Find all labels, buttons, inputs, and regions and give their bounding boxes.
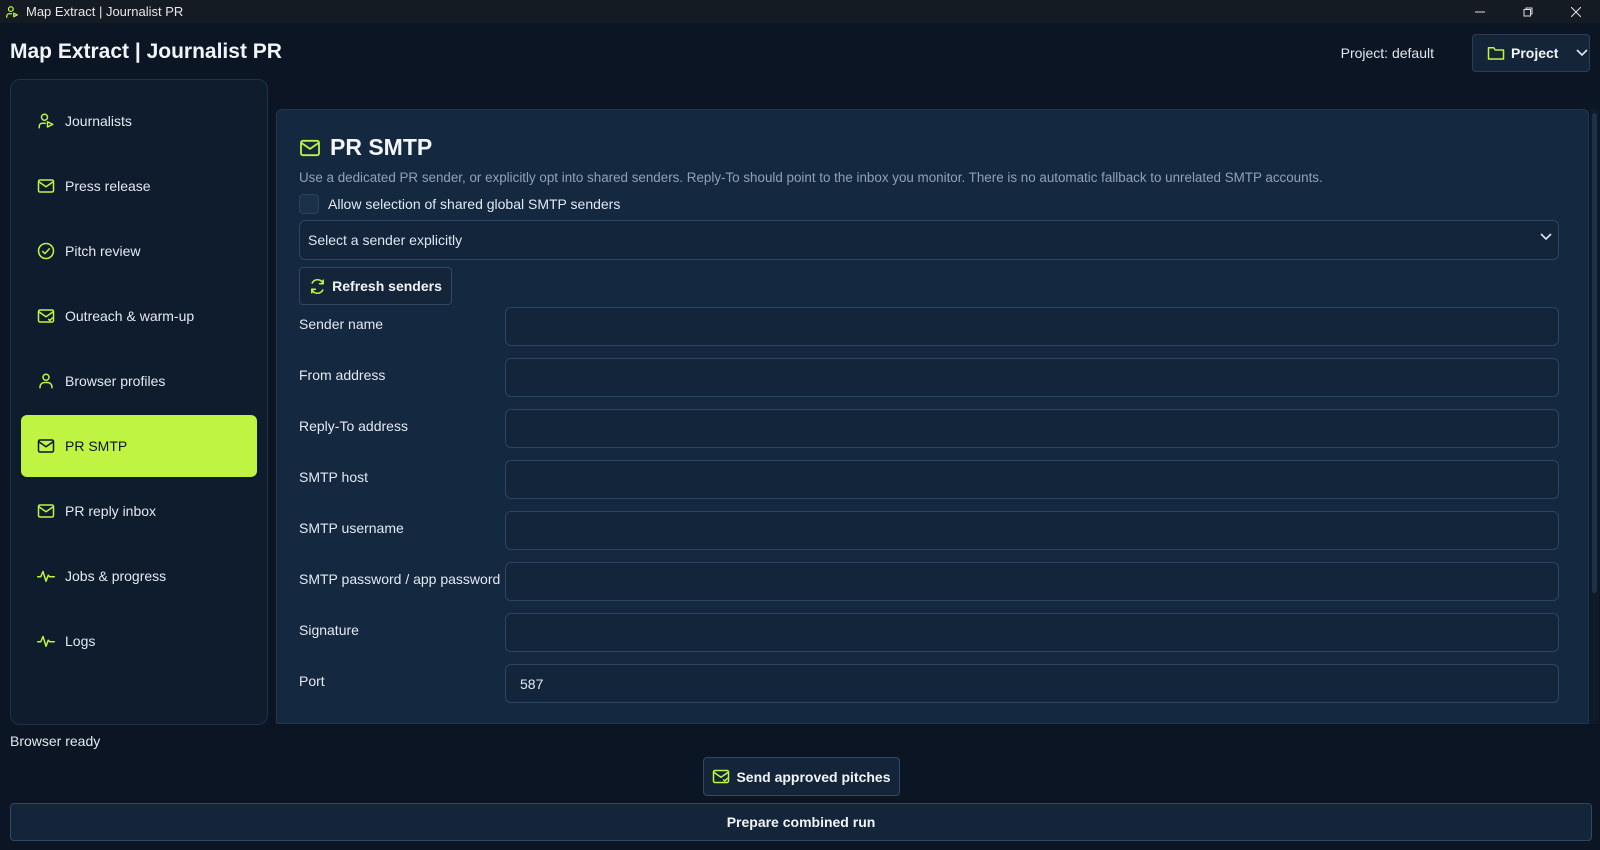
project-label: Project: default xyxy=(1340,45,1434,61)
send-approved-pitches-button[interactable]: Send approved pitches xyxy=(703,757,900,796)
refresh-senders-label: Refresh senders xyxy=(332,278,442,294)
status-text: Browser ready xyxy=(10,733,101,749)
mail-icon xyxy=(37,502,55,520)
sidebar-item-label: Outreach & warm-up xyxy=(65,308,195,324)
sidebar-item-label: Press release xyxy=(65,178,151,194)
reply-to-address-label: Reply-To address xyxy=(299,418,408,434)
panel-scrollbar[interactable] xyxy=(1590,109,1599,724)
from-address-label: From address xyxy=(299,367,386,383)
signature-label: Signature xyxy=(299,622,359,638)
app-icon xyxy=(5,5,19,19)
panel-title-text: PR SMTP xyxy=(330,134,433,160)
pr-smtp-panel: PR SMTP Use a dedicated PR sender, or ex… xyxy=(276,109,1589,724)
folder-icon xyxy=(1487,45,1505,61)
activity-icon xyxy=(37,567,55,585)
panel-description: Use a dedicated PR sender, or explicitly… xyxy=(299,170,1323,185)
close-button[interactable] xyxy=(1552,0,1600,23)
window-title: Map Extract | Journalist PR xyxy=(26,4,184,19)
smtp-host-label: SMTP host xyxy=(299,469,368,485)
sender-select[interactable]: Select a sender explicitly xyxy=(299,220,1559,260)
smtp-host-input[interactable] xyxy=(505,460,1559,499)
minimize-button[interactable] xyxy=(1456,0,1504,23)
journalist-icon xyxy=(37,112,55,130)
sidebar: Journalists Press release Pitch review O… xyxy=(10,79,268,725)
sidebar-item-jobs-progress[interactable]: Jobs & progress xyxy=(21,545,257,607)
smtp-password-input[interactable] xyxy=(505,562,1559,601)
sidebar-item-journalists[interactable]: Journalists xyxy=(21,90,257,152)
smtp-username-label: SMTP username xyxy=(299,520,404,536)
mail-icon xyxy=(299,139,321,157)
panel-title: PR SMTP xyxy=(299,134,432,161)
sidebar-item-label: Logs xyxy=(65,633,96,649)
smtp-username-input[interactable] xyxy=(505,511,1559,550)
sidebar-item-browser-profiles[interactable]: Browser profiles xyxy=(21,350,257,412)
project-button-label: Project xyxy=(1511,45,1559,61)
sidebar-item-label: Jobs & progress xyxy=(65,568,167,584)
sidebar-item-label: Browser profiles xyxy=(65,373,166,389)
sidebar-item-press-release[interactable]: Press release xyxy=(21,155,257,217)
sidebar-item-pitch-review[interactable]: Pitch review xyxy=(21,220,257,282)
window-titlebar: Map Extract | Journalist PR xyxy=(0,0,1600,23)
app-title: Map Extract | Journalist PR xyxy=(10,40,282,63)
restore-button[interactable] xyxy=(1504,0,1552,23)
sidebar-item-label: PR SMTP xyxy=(65,438,128,454)
sender-select-value: Select a sender explicitly xyxy=(308,232,463,248)
sender-name-input[interactable] xyxy=(505,307,1559,346)
shared-senders-checkbox[interactable] xyxy=(299,194,319,214)
sidebar-item-outreach[interactable]: Outreach & warm-up xyxy=(21,285,257,347)
sidebar-item-pr-smtp[interactable]: PR SMTP xyxy=(21,415,257,477)
panel-scrollbar-thumb[interactable] xyxy=(1592,113,1597,593)
sidebar-item-label: PR reply inbox xyxy=(65,503,157,519)
activity-icon xyxy=(37,632,55,650)
chevron-down-icon xyxy=(1540,233,1552,241)
shared-senders-option: Allow selection of shared global SMTP se… xyxy=(299,194,620,214)
prepare-combined-run-button[interactable]: Prepare combined run xyxy=(10,803,1592,841)
mail-check-icon xyxy=(712,769,730,784)
send-approved-pitches-label: Send approved pitches xyxy=(736,768,891,785)
user-icon xyxy=(37,372,55,390)
check-circle-icon xyxy=(37,242,55,260)
smtp-password-label: SMTP password / app password xyxy=(299,571,501,587)
sender-name-label: Sender name xyxy=(299,316,384,332)
refresh-senders-button[interactable]: Refresh senders xyxy=(299,267,452,305)
sidebar-item-logs[interactable]: Logs xyxy=(21,610,257,672)
sidebar-item-label: Pitch review xyxy=(65,243,141,259)
from-address-input[interactable] xyxy=(505,358,1559,397)
refresh-icon xyxy=(309,278,326,295)
sidebar-item-pr-reply-inbox[interactable]: PR reply inbox xyxy=(21,480,257,542)
port-label: Port xyxy=(299,673,325,689)
chevron-down-icon xyxy=(1576,49,1589,57)
port-input[interactable] xyxy=(505,664,1559,703)
mail-icon xyxy=(37,437,55,455)
reply-to-address-input[interactable] xyxy=(505,409,1559,448)
mail-icon xyxy=(37,177,55,195)
project-button[interactable]: Project xyxy=(1472,34,1590,72)
mail-check-icon xyxy=(37,307,55,325)
shared-senders-label[interactable]: Allow selection of shared global SMTP se… xyxy=(328,196,620,212)
sidebar-item-label: Journalists xyxy=(65,113,132,129)
signature-input[interactable] xyxy=(505,613,1559,652)
prepare-combined-run-label: Prepare combined run xyxy=(726,814,876,830)
